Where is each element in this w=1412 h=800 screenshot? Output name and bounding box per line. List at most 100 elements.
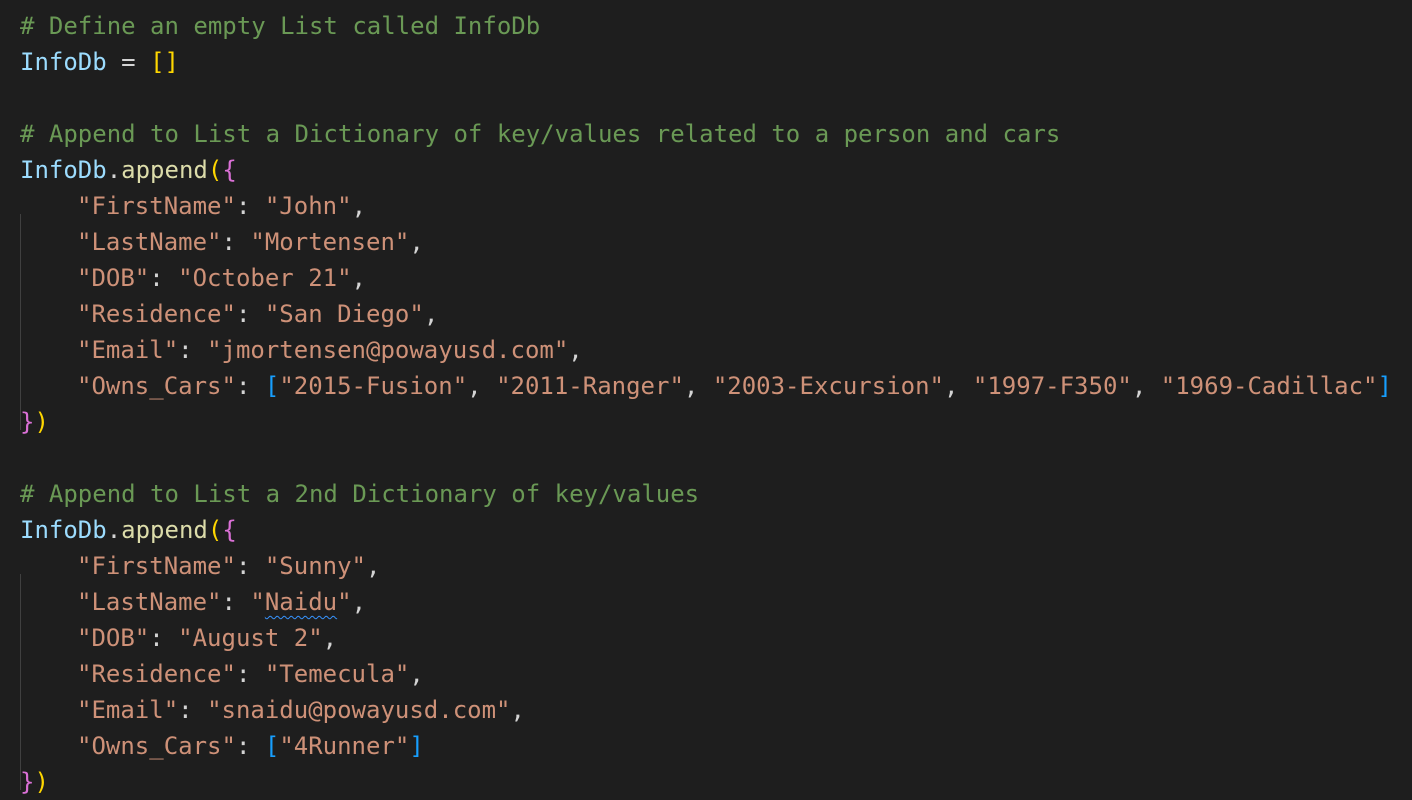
code-line: InfoDb = [] (0, 44, 1412, 80)
assign-operator: = (106, 48, 151, 76)
list-item: "2003-Excursion" (712, 372, 944, 400)
dict-value: "San Diego" (264, 300, 424, 328)
method-name: append (121, 156, 208, 184)
dot-operator: . (106, 156, 122, 184)
close-paren: ) (34, 408, 49, 436)
dict-key: "Email" (77, 696, 179, 724)
colon: : (235, 192, 265, 220)
open-bracket: [ (264, 732, 280, 760)
comma: , (351, 264, 366, 292)
comma: , (409, 660, 424, 688)
open-brace: { (222, 516, 237, 544)
code-line: InfoDb.append({ (0, 512, 1412, 548)
code-line: "FirstName": "John", (0, 188, 1412, 250)
comma: , (322, 624, 338, 652)
code-line: "DOB": "August 2", (0, 620, 1412, 682)
code-line: "DOB": "October 21", (0, 260, 1412, 322)
comma: , (510, 696, 525, 724)
code-line: "Owns_Cars": ["2015-Fusion", "2011-Range… (0, 368, 1412, 430)
code-line: "LastName": "Mortensen", (0, 224, 1412, 286)
list-item: "1969-Cadillac" (1160, 372, 1378, 400)
variable-name: InfoDb (20, 516, 107, 544)
colon: : (149, 624, 179, 652)
string-quote: " (337, 588, 352, 616)
dict-key: "LastName" (77, 228, 222, 256)
code-line: InfoDb.append({ (0, 152, 1412, 188)
dict-key: "FirstName" (77, 552, 236, 580)
variable-name: InfoDb (20, 48, 107, 76)
colon: : (178, 336, 208, 364)
list-item: "2015-Fusion" (279, 372, 468, 400)
dict-value: "Sunny" (264, 552, 367, 580)
code-line: "Residence": "San Diego", (0, 296, 1412, 358)
colon: : (221, 588, 251, 616)
code-line: "Email": "jmortensen@powayusd.com", (0, 332, 1412, 394)
code-editor[interactable]: # Define an empty List called InfoDb Inf… (0, 0, 1412, 800)
string-quote: " (250, 588, 265, 616)
comma: , (351, 588, 367, 616)
dict-key: "Residence" (77, 660, 236, 688)
code-line: # Append to List a Dictionary of key/val… (0, 116, 1412, 152)
dot-operator: . (106, 516, 122, 544)
comma: , (568, 336, 583, 364)
code-line: "LastName": "Naidu", (0, 584, 1412, 646)
code-line: }) (0, 404, 1412, 440)
dict-value: "John" (264, 192, 352, 220)
comma: , (423, 300, 439, 328)
comment: # Append to List a 2nd Dictionary of key… (20, 480, 700, 508)
close-bracket: ] (409, 732, 424, 760)
list-separator: , (944, 372, 973, 400)
comma: , (351, 192, 367, 220)
code-line: "Residence": "Temecula", (0, 656, 1412, 718)
comment: # Append to List a Dictionary of key/val… (20, 120, 1061, 148)
list-item: "2011-Ranger" (496, 372, 684, 400)
comment: # Define an empty List called InfoDb (20, 12, 541, 40)
code-line: "Email": "snaidu@powayusd.com", (0, 692, 1412, 754)
comma: , (409, 228, 424, 256)
dict-key: "LastName" (77, 588, 222, 616)
open-paren: ( (207, 516, 223, 544)
dict-value: "snaidu@powayusd.com" (207, 696, 511, 724)
list-item: "1997-F350" (972, 372, 1132, 400)
open-brace: { (222, 156, 237, 184)
dict-value: "Mortensen" (250, 228, 410, 256)
code-line: }) (0, 764, 1412, 800)
dict-key: "Email" (77, 336, 179, 364)
code-line: "FirstName": "Sunny", (0, 548, 1412, 610)
empty-list: [] (150, 48, 179, 76)
method-name: append (121, 516, 208, 544)
dict-key: "Residence" (77, 300, 236, 328)
code-line: # Define an empty List called InfoDb (0, 8, 1412, 44)
colon: : (149, 264, 179, 292)
colon: : (235, 732, 265, 760)
open-bracket: [ (264, 372, 280, 400)
dict-key: "FirstName" (77, 192, 236, 220)
code-line: # Append to List a 2nd Dictionary of key… (0, 476, 1412, 512)
dict-key: "DOB" (77, 624, 150, 652)
dict-key: "Owns_Cars" (77, 372, 236, 400)
list-separator: , (683, 372, 713, 400)
colon: : (235, 372, 265, 400)
list-item: "4Runner" (279, 732, 410, 760)
colon: : (235, 300, 265, 328)
open-paren: ( (207, 156, 223, 184)
dict-key: "Owns_Cars" (77, 732, 236, 760)
colon: : (178, 696, 208, 724)
dict-value: "Temecula" (264, 660, 410, 688)
colon: : (235, 660, 265, 688)
close-bracket: ] (1377, 372, 1392, 400)
variable-name: InfoDb (20, 156, 107, 184)
dict-value: "August 2" (178, 624, 323, 652)
dict-key: "DOB" (77, 264, 150, 292)
spelling-warning-word[interactable]: Naidu (265, 588, 337, 616)
code-line: "Owns_Cars": ["4Runner"] (0, 728, 1412, 790)
colon: : (221, 228, 251, 256)
close-brace: } (20, 408, 35, 436)
dict-value: "jmortensen@powayusd.com" (207, 336, 569, 364)
comma: , (366, 552, 381, 580)
close-brace: } (20, 768, 35, 796)
list-separator: , (1131, 372, 1161, 400)
colon: : (235, 552, 265, 580)
dict-value: "October 21" (178, 264, 352, 292)
